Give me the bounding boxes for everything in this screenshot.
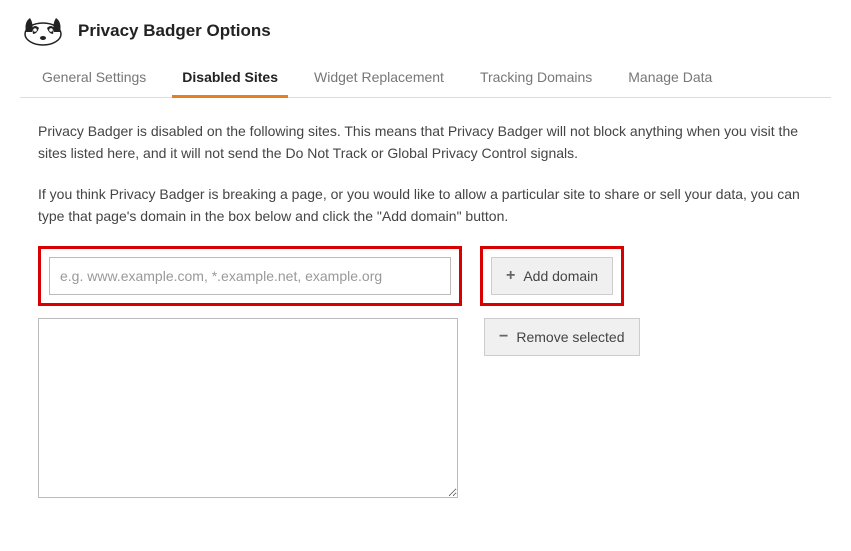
- disabled-sites-listbox[interactable]: [38, 318, 458, 498]
- content-area: Privacy Badger is disabled on the follow…: [20, 120, 831, 498]
- add-domain-label: Add domain: [523, 268, 598, 284]
- highlight-input: [38, 246, 462, 306]
- plus-icon: +: [506, 268, 515, 284]
- tab-manage-data[interactable]: Manage Data: [624, 59, 716, 97]
- add-domain-button[interactable]: + Add domain: [491, 257, 613, 295]
- remove-selected-button[interactable]: − Remove selected: [484, 318, 640, 356]
- tab-disabled-sites[interactable]: Disabled Sites: [178, 59, 282, 97]
- tab-widget-replacement[interactable]: Widget Replacement: [310, 59, 448, 97]
- tab-tracking-domains[interactable]: Tracking Domains: [476, 59, 596, 97]
- page-header: Privacy Badger Options: [20, 8, 831, 59]
- page-title: Privacy Badger Options: [78, 21, 271, 41]
- remove-selected-label: Remove selected: [516, 329, 624, 345]
- domain-input[interactable]: [49, 257, 451, 295]
- highlight-add-button: + Add domain: [480, 246, 624, 306]
- intro-text-2: If you think Privacy Badger is breaking …: [38, 183, 813, 228]
- minus-icon: −: [499, 329, 508, 345]
- tab-general-settings[interactable]: General Settings: [38, 59, 150, 97]
- intro-text-1: Privacy Badger is disabled on the follow…: [38, 120, 813, 165]
- badger-icon: [20, 12, 66, 49]
- tab-bar: General Settings Disabled Sites Widget R…: [20, 59, 831, 98]
